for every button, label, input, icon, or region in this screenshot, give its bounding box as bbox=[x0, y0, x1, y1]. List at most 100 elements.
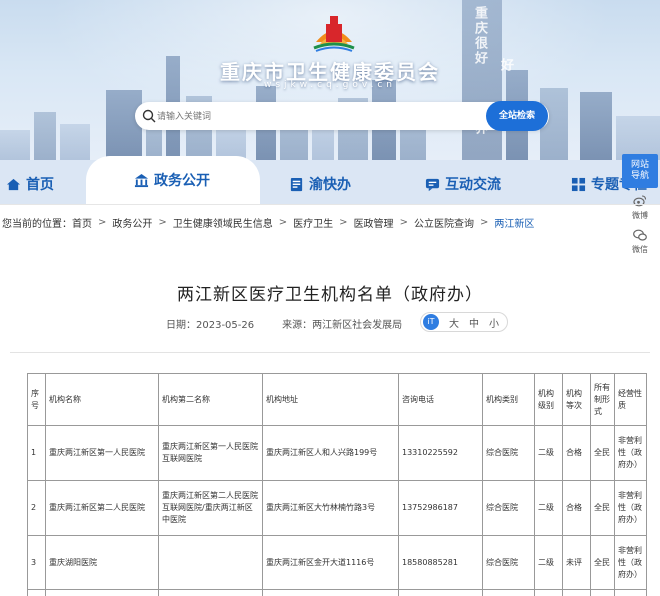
building-icon bbox=[134, 173, 149, 187]
table-cell: 综合医院 bbox=[482, 535, 535, 590]
font-size-switcher: iT 大 中 小 bbox=[420, 312, 508, 332]
breadcrumb-home[interactable]: 首页 bbox=[72, 215, 92, 230]
table-cell: 重庆两江新区第一人民医院互联网医院 bbox=[158, 425, 263, 481]
article-source: 来源：两江新区社会发展局 bbox=[282, 320, 403, 331]
table-cell: 二级 bbox=[534, 425, 563, 481]
table-cell: 3 bbox=[27, 535, 46, 590]
nav-item-government-affairs[interactable]: 政务公开 bbox=[134, 168, 210, 192]
table-cell: 重庆两江新区大竹林楠竹路3号 bbox=[262, 480, 399, 536]
table-cell: 综合医院 bbox=[482, 480, 535, 536]
weibo-button[interactable]: 微博 bbox=[626, 194, 654, 221]
search-button[interactable]: 全站检索 bbox=[486, 101, 548, 131]
search-icon bbox=[142, 109, 156, 123]
building bbox=[34, 112, 56, 160]
table-cell: 13310225592 bbox=[398, 425, 483, 481]
table-cell bbox=[482, 589, 535, 596]
table-cell: 全民 bbox=[590, 535, 615, 590]
table-cell: 13752986187 bbox=[398, 480, 483, 536]
wechat-button[interactable]: 微信 bbox=[626, 228, 654, 255]
table-cell: 重庆两江新区第一人民医院 bbox=[45, 425, 159, 481]
table-cell bbox=[590, 589, 615, 596]
chat-icon bbox=[425, 178, 440, 191]
breadcrumb-medical-health[interactable]: 医疗卫生 bbox=[293, 215, 333, 230]
nav-item-label: 互动交流 bbox=[445, 177, 501, 193]
header-banner: 重庆很好 好 世界 重庆市卫生健康委员会 wsjkw.cq.gov.cn bbox=[0, 0, 660, 160]
site-nav-label: 网站 bbox=[630, 160, 649, 170]
breadcrumb-public-hospital-query[interactable]: 公立医院查询 bbox=[414, 215, 474, 230]
article-date: 日期：2023-05-26 bbox=[166, 320, 255, 331]
breadcrumb-separator: > bbox=[479, 216, 489, 228]
table-cell: 2 bbox=[27, 480, 46, 536]
breadcrumb-government-affairs[interactable]: 政务公开 bbox=[112, 215, 152, 230]
breadcrumb-prefix: 您当前的位置： bbox=[2, 218, 72, 230]
table-cell: 重庆两江新区第二人民医院 bbox=[45, 480, 159, 536]
breadcrumb-livelihood-info[interactable]: 卫生健康领域民生信息 bbox=[173, 215, 273, 230]
nav-item-label: 政务公开 bbox=[154, 173, 210, 189]
building bbox=[0, 130, 30, 160]
document-icon bbox=[290, 177, 303, 191]
breadcrumb-separator: > bbox=[98, 216, 107, 228]
search-input[interactable] bbox=[157, 102, 457, 130]
table-row: 2 重庆两江新区第二人民医院 重庆两江新区第二人民医院互联网医院/重庆两江新区中… bbox=[27, 480, 647, 536]
table-cell bbox=[262, 589, 399, 596]
table-cell bbox=[27, 589, 46, 596]
nav-item-label: 首页 bbox=[26, 177, 54, 193]
breadcrumb-current[interactable]: 两江新区 bbox=[494, 215, 534, 230]
font-size-icon: iT bbox=[423, 314, 439, 330]
site-nav-label: 导航 bbox=[630, 171, 649, 181]
table-cell: 重庆两江新区人和人兴路199号 bbox=[262, 425, 399, 481]
table-cell bbox=[398, 589, 483, 596]
nav-item-home[interactable]: 首页 bbox=[6, 172, 54, 196]
nav-item-yukuaiban[interactable]: 渝快办 bbox=[289, 172, 351, 196]
table-cell: 综合医院 bbox=[482, 425, 535, 481]
table-header-row: 序号 机构名称 机构第二名称 机构地址 咨询电话 机构类别 机构级别 机构等次 … bbox=[27, 373, 647, 426]
table-header-cell: 机构类别 bbox=[482, 373, 535, 426]
table-header-cell: 经营性质 bbox=[614, 373, 647, 426]
table-cell: 合格 bbox=[562, 425, 591, 481]
table-cell: 非营利性（政府办） bbox=[614, 480, 647, 536]
content-divider bbox=[10, 352, 650, 353]
nav-item-interaction[interactable]: 互动交流 bbox=[425, 172, 501, 196]
font-size-large-button[interactable]: 大 bbox=[449, 315, 459, 330]
wechat-label: 微信 bbox=[632, 245, 648, 254]
table-header-cell: 序号 bbox=[27, 373, 46, 426]
table-cell: 重庆两江新区金开大道1116号 bbox=[262, 535, 399, 590]
breadcrumb-separator: > bbox=[339, 216, 348, 228]
table-cell: 重庆湖阳医院 bbox=[45, 535, 159, 590]
nav-item-label: 渝快办 bbox=[309, 177, 351, 193]
table-cell: 合格 bbox=[562, 480, 591, 536]
breadcrumb-separator: > bbox=[158, 216, 167, 228]
table-row bbox=[27, 589, 647, 596]
breadcrumb-medical-admin[interactable]: 医政管理 bbox=[354, 215, 394, 230]
table-cell bbox=[158, 589, 263, 596]
weibo-label: 微博 bbox=[632, 211, 648, 220]
table-header-cell: 机构级别 bbox=[534, 373, 563, 426]
table-cell: 1 bbox=[27, 425, 46, 481]
table-cell bbox=[562, 589, 591, 596]
building bbox=[106, 90, 142, 160]
table-cell bbox=[534, 589, 563, 596]
table-header-cell: 机构等次 bbox=[562, 373, 591, 426]
table-cell bbox=[45, 589, 159, 596]
table-cell: 全民 bbox=[590, 480, 615, 536]
institution-table: 序号 机构名称 机构第二名称 机构地址 咨询电话 机构类别 机构级别 机构等次 … bbox=[27, 373, 647, 596]
weibo-icon bbox=[633, 195, 647, 207]
table-cell: 二级 bbox=[534, 480, 563, 536]
table-header-cell: 机构名称 bbox=[45, 373, 159, 426]
table-header-cell: 机构第二名称 bbox=[158, 373, 263, 426]
table-cell: 非营利性（政府办） bbox=[614, 425, 647, 481]
font-size-small-button[interactable]: 小 bbox=[489, 315, 499, 330]
site-logo bbox=[313, 16, 355, 52]
table-cell: 二级 bbox=[534, 535, 563, 590]
breadcrumb-separator: > bbox=[399, 216, 408, 228]
breadcrumb-divider bbox=[0, 204, 660, 205]
table-header-cell: 机构地址 bbox=[262, 373, 399, 426]
table-row: 3 重庆湖阳医院 重庆两江新区金开大道1116号 18580885281 综合医… bbox=[27, 535, 647, 590]
table-cell bbox=[158, 535, 263, 590]
home-icon bbox=[6, 178, 21, 190]
breadcrumb-separator: > bbox=[278, 216, 288, 228]
building bbox=[580, 92, 612, 160]
font-size-medium-button[interactable]: 中 bbox=[469, 315, 479, 330]
site-nav-button[interactable]: 网站 导航 bbox=[622, 154, 658, 188]
article-meta: 日期：2023-05-26 来源：两江新区社会发展局 bbox=[166, 316, 402, 331]
